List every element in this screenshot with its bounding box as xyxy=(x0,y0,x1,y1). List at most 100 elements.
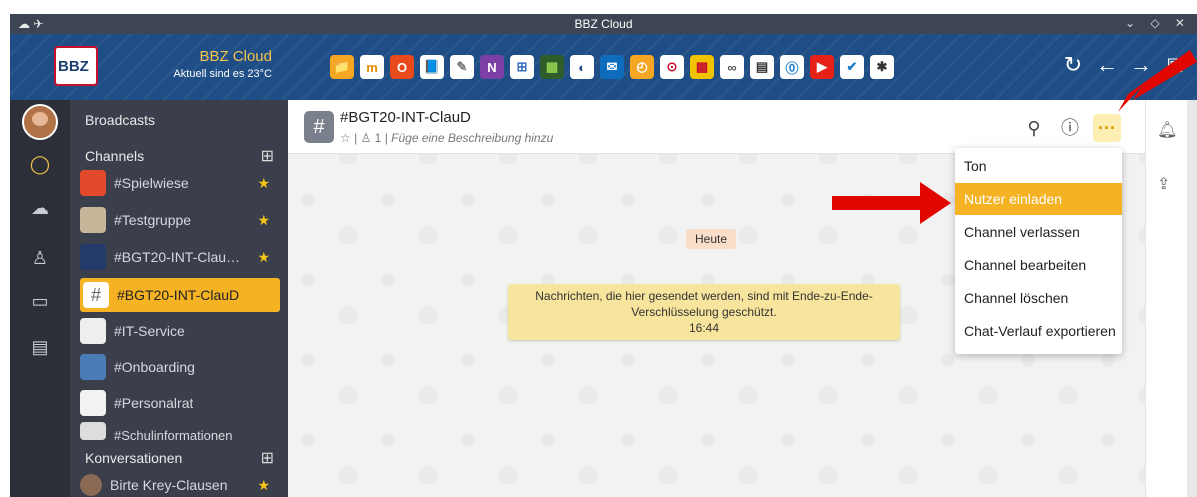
window-controls[interactable]: ⌄ ◇ ✕ xyxy=(1125,16,1191,30)
search-icon[interactable]: ⚲ xyxy=(1020,114,1048,142)
channel-thumbnail xyxy=(80,390,106,416)
channel-label: #Testgruppe xyxy=(114,212,192,228)
bell-icon[interactable]: 🔔︎ xyxy=(1157,120,1177,140)
chat-title: #BGT20-INT-ClauD xyxy=(340,109,471,126)
app-icon-link[interactable]: ∞ xyxy=(720,55,744,79)
window-title: BBZ Cloud xyxy=(574,17,633,31)
channel-label: #Onboarding xyxy=(114,359,195,375)
calendar-icon[interactable]: ▭ xyxy=(28,289,52,313)
channel-thumbnail xyxy=(80,170,106,196)
back-icon[interactable]: ← xyxy=(1095,52,1119,78)
app-icon-board[interactable]: ▦ xyxy=(540,55,564,79)
app-icon-tasks[interactable]: ✔ xyxy=(840,55,864,79)
forward-icon[interactable]: → xyxy=(1129,52,1153,78)
avatar xyxy=(80,474,102,496)
channel-label: #BGT20-INT-ClauD xyxy=(117,287,240,303)
members-icon[interactable]: ♙ xyxy=(361,131,372,145)
bbz-logo: BBZ xyxy=(54,46,98,86)
conversations-heading: Konversationen xyxy=(85,450,183,466)
app-icon-settings[interactable]: ✱ xyxy=(870,55,894,79)
broadcasts-heading[interactable]: Broadcasts xyxy=(85,112,155,128)
channel-label: #BGT20-INT-ClauD… xyxy=(114,249,244,265)
add-conversation-icon[interactable]: ⊞ xyxy=(261,448,274,468)
weather-text: Aktuell sind es 23°C xyxy=(173,68,272,80)
system-message: Nachrichten, die hier gesendet werden, s… xyxy=(508,284,900,340)
star-icon[interactable]: ★ xyxy=(257,477,270,494)
user-avatar[interactable] xyxy=(22,104,58,140)
channel-thumbnail xyxy=(80,207,106,233)
app-icon-handbook[interactable]: 📘 xyxy=(420,55,444,79)
app-icon-youtube[interactable]: ▶ xyxy=(810,55,834,79)
app-icon-zero[interactable]: ⓪ xyxy=(780,55,804,79)
channel-thumbnail xyxy=(80,244,106,270)
menu-item-export-history[interactable]: Chat-Verlauf exportieren xyxy=(955,315,1122,347)
channel-thumbnail xyxy=(80,318,106,344)
channels-heading: Channels xyxy=(85,148,145,164)
channel-item-onboarding[interactable]: #Onboarding xyxy=(80,352,280,382)
chat-header: # #BGT20-INT-ClauD ☆ | ♙ 1 | Füge eine B… xyxy=(288,100,1145,154)
menu-item-channel-bearbeiten[interactable]: Channel bearbeiten xyxy=(955,249,1122,281)
channel-item-bgt20-selected[interactable]: # #BGT20-INT-ClauD xyxy=(80,278,280,312)
channel-label: #Schulinformationen xyxy=(114,428,233,440)
channel-item-personalrat[interactable]: #Personalrat xyxy=(80,388,280,418)
more-options-button[interactable]: ··· xyxy=(1093,114,1121,142)
app-icon-pen[interactable]: ✎ xyxy=(450,55,474,79)
conversation-label: Birte Krey-Clausen xyxy=(110,477,228,493)
cloud-icon[interactable]: ☁ xyxy=(28,196,52,220)
channel-item-testgruppe[interactable]: #Testgruppe ★ xyxy=(80,205,280,235)
menu-item-channel-verlassen[interactable]: Channel verlassen xyxy=(955,216,1122,248)
copy-url-icon[interactable]: ⧉ xyxy=(1163,52,1187,78)
app-header: BBZ BBZ Cloud Aktuell sind es 23°C 📁 m O… xyxy=(10,34,1197,100)
star-icon[interactable]: ★ xyxy=(257,212,270,229)
reload-icon[interactable]: ↻ xyxy=(1061,52,1085,78)
app-icon-files[interactable]: 📁 xyxy=(330,55,354,79)
system-message-line1: Nachrichten, die hier gesendet werden, s… xyxy=(535,289,873,303)
channel-thumbnail xyxy=(80,422,106,440)
menu-item-channel-loeschen[interactable]: Channel löschen xyxy=(955,282,1122,314)
channel-item-spielwiese[interactable]: #Spielwiese ★ xyxy=(80,168,280,198)
channel-label: #Personalrat xyxy=(114,395,194,411)
description-placeholder[interactable]: Füge eine Beschreibung hinzu xyxy=(391,131,553,145)
left-icon-rail: ◯ ☁ ♙ ▭ ▤ xyxy=(10,100,70,497)
channel-options-menu: Ton Nutzer einladen Channel verlassen Ch… xyxy=(955,148,1122,354)
hash-icon: # xyxy=(304,111,334,143)
app-icon-moodle[interactable]: m xyxy=(360,55,384,79)
app-launcher-bar: 📁 m O 📘 ✎ N ⊞ ▦ ◐ ✉ ◴ ⊙ ▩ ∞ ▤ ⓪ ▶ ✔ ✱ xyxy=(330,55,894,79)
brand-title: BBZ Cloud xyxy=(199,48,272,65)
star-icon[interactable]: ★ xyxy=(257,175,270,192)
logo-text: BBZ xyxy=(58,58,89,75)
app-icon-book[interactable]: ▤ xyxy=(750,55,774,79)
channel-item-bgt20-starred[interactable]: #BGT20-INT-ClauD… ★ xyxy=(80,242,280,272)
add-channel-icon[interactable]: ⊞ xyxy=(261,146,274,166)
channel-label: #IT-Service xyxy=(114,323,185,339)
app-icon-circle[interactable]: ◐ xyxy=(570,55,594,79)
channel-item-schulinformationen[interactable]: #Schulinformationen xyxy=(80,422,280,440)
system-message-time: 16:44 xyxy=(688,321,720,335)
chat-subtitle: ☆ | ♙ 1 | Füge eine Beschreibung hinzu xyxy=(340,131,554,145)
app-icon-grid[interactable]: ⊞ xyxy=(510,55,534,79)
upload-icon[interactable]: ⇪ xyxy=(1157,174,1170,194)
scrollbar[interactable] xyxy=(1187,100,1197,497)
star-outline-icon[interactable]: ☆ xyxy=(340,131,351,145)
info-icon[interactable]: ⓘ xyxy=(1056,114,1084,142)
channel-label: #Spielwiese xyxy=(114,175,189,191)
conversation-item[interactable]: Birte Krey-Clausen ★ xyxy=(80,472,280,497)
nav-controls: ↻ ← → ⧉ xyxy=(1061,52,1187,78)
window-titlebar: ☁ ✈ BBZ Cloud ⌄ ◇ ✕ xyxy=(10,14,1197,34)
clipboard-icon[interactable]: ▤ xyxy=(28,335,52,359)
star-icon[interactable]: ★ xyxy=(257,249,270,266)
hash-icon: # xyxy=(83,282,109,308)
app-icon-crest[interactable]: ▩ xyxy=(690,55,714,79)
app-icon-target[interactable]: ⊙ xyxy=(660,55,684,79)
menu-item-nutzer-einladen[interactable]: Nutzer einladen xyxy=(955,183,1122,215)
app-icon-onenote[interactable]: N xyxy=(480,55,504,79)
channel-item-it-service[interactable]: #IT-Service xyxy=(80,316,280,346)
app-icon-outlook[interactable]: ✉ xyxy=(600,55,624,79)
right-rail: 🔔︎ ⇪ xyxy=(1145,100,1187,497)
chat-icon[interactable]: ◯ xyxy=(28,152,52,176)
app-icon-clock[interactable]: ◴ xyxy=(630,55,654,79)
app-icon-office[interactable]: O xyxy=(390,55,414,79)
channel-thumbnail xyxy=(80,354,106,380)
menu-item-ton[interactable]: Ton xyxy=(955,150,1122,182)
person-icon[interactable]: ♙ xyxy=(28,246,52,270)
